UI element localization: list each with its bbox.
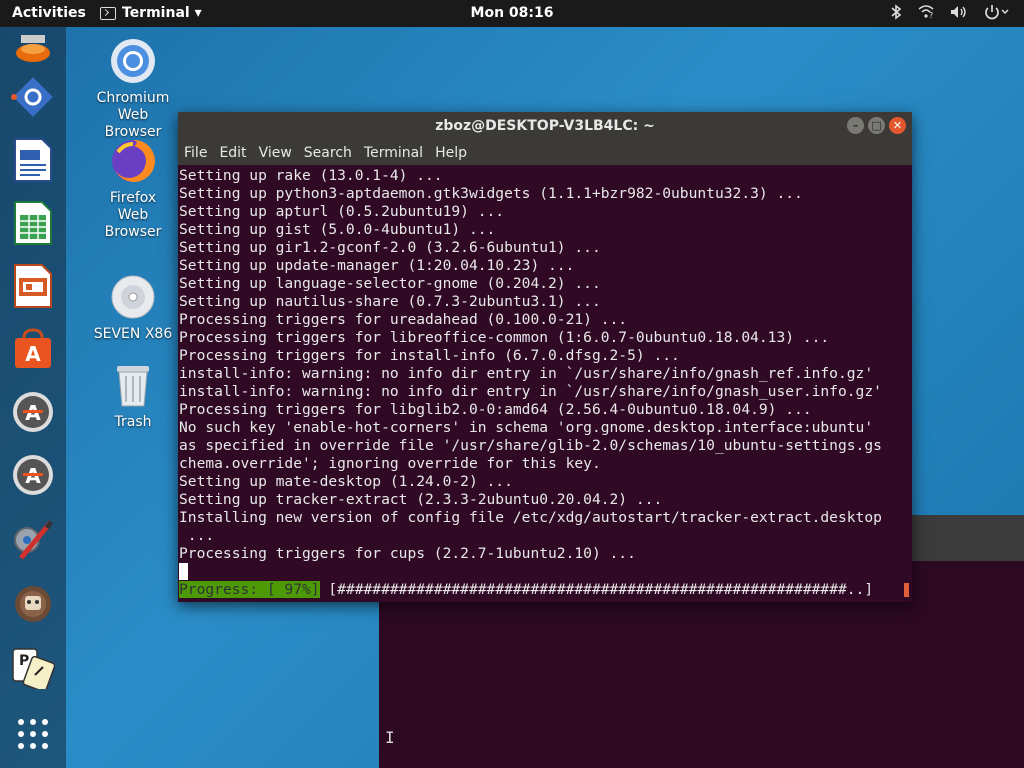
clock[interactable]: Mon 08:16 [471,5,554,21]
system-tray: ? [890,4,1010,24]
terminal-line: Processing triggers for install-info (6.… [179,347,680,364]
app-menu-label: Terminal ▾ [122,5,202,21]
software-updater-2-icon[interactable]: A [10,452,56,498]
power-icon[interactable] [984,4,1010,24]
terminal-cursor-line [179,563,911,581]
app-menu-button[interactable]: Terminal ▾ [100,5,202,21]
desktop-icon-label: Trash [114,414,152,430]
solitaire-icon[interactable]: P [10,644,56,690]
vlc-icon[interactable] [10,27,56,73]
app-installer-icon[interactable] [10,74,56,120]
progress-bar: [#######################################… [319,581,874,598]
progress-end-marker [904,583,910,597]
terminal-line: Installing new version of config file /e… [179,509,882,526]
terminal-line: Setting up tracker-extract (2.3.3-2ubunt… [179,491,663,508]
menu-terminal[interactable]: Terminal [364,145,430,161]
terminal-line: Setting up gist (5.0.0-4ubuntu1) ... [179,221,496,238]
terminal-line: Processing triggers for ureadahead (0.10… [179,311,628,328]
terminal-line: Processing triggers for libreoffice-comm… [179,329,830,346]
menu-search[interactable]: Search [304,145,359,161]
volume-icon[interactable] [950,5,968,23]
top-bar: Activities Terminal ▾ Mon 08:16 ? [0,0,1024,27]
terminal-line: install-info: warning: no info dir entry… [179,365,874,382]
terminal-line: Setting up mate-desktop (1.24.0-2) ... [179,473,513,490]
desktop-icon-label: Chromium Web Browser [96,90,170,140]
terminal-output[interactable]: Setting up rake (13.0.1-4) ... Setting up… [178,165,912,600]
terminal-line: as specified in override file '/usr/shar… [179,437,882,454]
progress-line: Progress: [ 97%] [######################… [179,581,911,599]
progress-label: Progress: [ 97%] [179,581,320,598]
terminal-window[interactable]: zboz@DESKTOP-V3LB4LC: ~ – □ ✕ File Edit … [178,112,912,602]
terminal-icon [100,6,116,20]
terminal-line: Setting up language-selector-gnome (0.20… [179,275,601,292]
terminal-cursor [179,563,188,580]
menu-edit[interactable]: Edit [219,145,253,161]
desktop-icon-seven-x86[interactable]: SEVEN X86 [78,274,188,343]
libreoffice-calc-icon[interactable] [10,200,56,246]
trash-icon [110,362,156,408]
settings-tools-icon[interactable] [10,517,56,563]
libreoffice-writer-icon[interactable] [10,137,56,183]
chromium-icon [110,38,156,84]
desktop-icon-label: Firefox Web Browser [104,190,162,240]
terminal-line: Setting up gir1.2-gconf-2.0 (3.2.6-6ubun… [179,239,601,256]
desktop-icon-label: SEVEN X86 [93,326,173,342]
desktop-icon-firefox[interactable]: Firefox Web Browser [78,138,188,241]
terminal-line: Setting up apturl (0.5.2ubuntu19) ... [179,203,505,220]
svg-text:P: P [19,653,29,669]
activities-button[interactable]: Activities [12,5,86,21]
firefox-icon [110,138,156,184]
terminal-line: Setting up python3-aptdaemon.gtk3widgets… [179,185,803,202]
app-icon[interactable] [10,581,56,627]
terminal-menubar: File Edit View Search Terminal Help [178,140,912,165]
terminal-line: install-info: warning: no info dir entry… [179,383,882,400]
software-updater-icon[interactable]: A [10,389,56,435]
window-title: zboz@DESKTOP-V3LB4LC: ~ [435,118,655,134]
show-applications-icon[interactable] [10,711,56,757]
terminal-line: Processing triggers for libglib2.0-0:amd… [179,401,812,418]
terminal-line: No such key 'enable-hot-corners' in sche… [179,419,874,436]
svg-text:?: ? [929,11,933,19]
close-button[interactable]: ✕ [889,117,906,134]
menu-help[interactable]: Help [435,145,474,161]
menu-view[interactable]: View [259,145,299,161]
libreoffice-impress-icon[interactable] [10,263,56,309]
desktop-icon-trash[interactable]: Trash [78,362,188,431]
menu-file[interactable]: File [184,145,214,161]
network-icon[interactable]: ? [918,5,934,23]
terminal-line: Processing triggers for cups (2.2.7-1ubu… [179,545,636,562]
ubuntu-software-icon[interactable]: A [10,326,56,372]
terminal-line: ... [179,527,215,544]
terminal-titlebar[interactable]: zboz@DESKTOP-V3LB4LC: ~ – □ ✕ [178,112,912,140]
disc-icon [110,274,156,320]
svg-text:A: A [25,342,41,366]
maximize-button[interactable]: □ [868,117,885,134]
dock: A A A P [0,27,66,768]
terminal-line: Setting up nautilus-share (0.7.3-2ubuntu… [179,293,601,310]
terminal-line: Setting up update-manager (1:20.04.10.23… [179,257,575,274]
terminal-line: chema.override'; ignoring override for t… [179,455,601,472]
minimize-button[interactable]: – [847,117,864,134]
terminal-line: Setting up rake (13.0.1-4) ... [179,167,443,184]
desktop-icon-chromium[interactable]: Chromium Web Browser [78,38,188,141]
mouse-ibeam-cursor: I [385,728,395,747]
bluetooth-icon[interactable] [890,4,902,24]
